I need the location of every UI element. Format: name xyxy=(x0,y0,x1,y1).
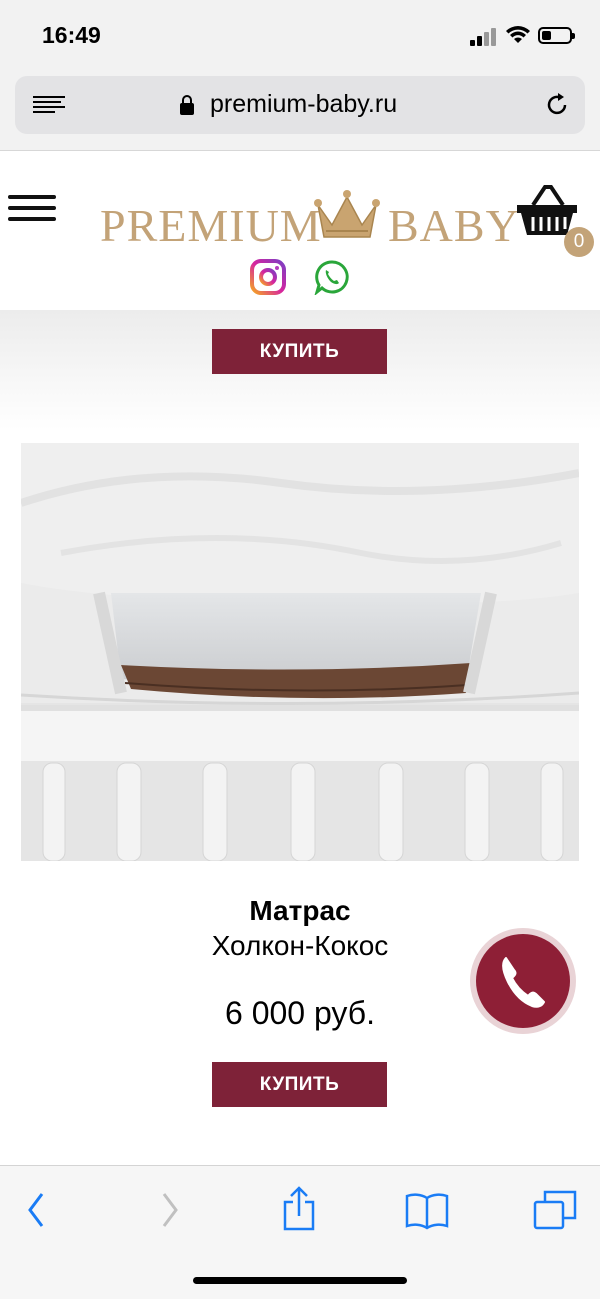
site-logo[interactable]: PREMIUM BABY xyxy=(100,181,519,251)
buy-button[interactable]: КУПИТЬ xyxy=(212,1062,387,1107)
reload-icon[interactable] xyxy=(543,91,571,119)
status-time: 16:49 xyxy=(42,22,101,48)
buy-button-previous[interactable]: КУПИТЬ xyxy=(212,329,387,374)
call-button[interactable] xyxy=(470,928,576,1034)
bookmarks-icon[interactable] xyxy=(405,1190,449,1230)
url-text[interactable]: premium-baby.ru xyxy=(210,90,397,119)
cart-count-badge: 0 xyxy=(564,227,594,257)
lock-icon xyxy=(180,95,194,115)
phone-icon xyxy=(502,957,545,1008)
product-image[interactable] xyxy=(21,443,579,861)
browser-address-bar-area: premium-baby.ru xyxy=(0,70,600,151)
product-title[interactable]: Матрас xyxy=(0,895,600,927)
tabs-icon[interactable] xyxy=(533,1190,577,1230)
forward-icon[interactable] xyxy=(158,1190,182,1230)
address-bar[interactable]: premium-baby.ru xyxy=(15,76,585,134)
whatsapp-icon[interactable] xyxy=(314,259,350,295)
signal-icon xyxy=(470,28,498,46)
crown-icon xyxy=(314,190,380,238)
battery-icon xyxy=(538,27,575,44)
menu-icon[interactable] xyxy=(8,195,56,223)
home-indicator[interactable] xyxy=(193,1277,407,1284)
logo-text-left: PREMIUM xyxy=(100,200,322,251)
status-bar: 16:49 xyxy=(0,0,600,70)
share-icon[interactable] xyxy=(282,1186,316,1232)
back-icon[interactable] xyxy=(24,1190,48,1230)
instagram-icon[interactable] xyxy=(250,259,286,295)
site-header: PREMIUM BABY 0 xyxy=(0,151,600,310)
wifi-icon xyxy=(506,26,530,43)
logo-text-right: BABY xyxy=(388,200,520,251)
reader-icon[interactable] xyxy=(33,96,65,116)
